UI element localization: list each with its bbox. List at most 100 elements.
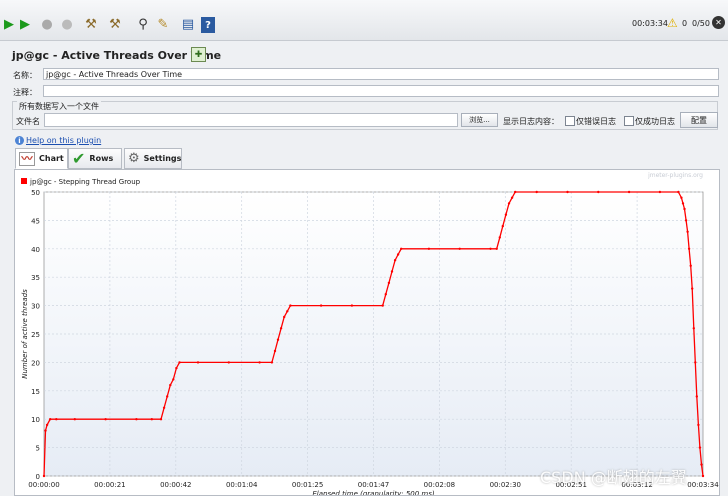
y-tick-label: 25 xyxy=(31,331,40,339)
active-threads-chart: 0 5 10 15 20 25 30 35 40 45 50 00:00:00 00:00:21 00:0… xyxy=(21,172,719,495)
data-point xyxy=(169,383,172,387)
x-tick-label: 00:02:08 xyxy=(424,481,455,489)
x-tick-label: 00:03:34 xyxy=(687,481,719,489)
y-tick-label: 45 xyxy=(31,217,40,225)
errors-only-label: 仅错误日志 xyxy=(576,117,616,126)
data-point xyxy=(73,418,76,421)
data-point xyxy=(692,327,695,330)
expand-icon[interactable]: ✚ xyxy=(191,47,206,62)
data-point xyxy=(691,287,694,290)
search-binoculars-icon[interactable]: ⚲ xyxy=(134,15,152,33)
csdn-watermark: CSDN @断翅的左翼 xyxy=(540,468,687,487)
filename-field[interactable] xyxy=(44,113,458,127)
y-tick-label: 5 xyxy=(36,445,40,453)
tab-settings[interactable]: ⚙ Settings xyxy=(124,148,182,169)
data-point xyxy=(162,406,166,409)
data-point xyxy=(319,304,323,307)
group-title: 所有数据写入一个文件 xyxy=(17,101,101,112)
x-tick-label: 00:00:21 xyxy=(94,481,125,489)
tab-rows[interactable]: ✔ Rows xyxy=(68,148,122,169)
main-toolbar: ▶ ▶ ● ● ⚒ ⚒ ⚲ ✎ ▤? 00:03:34 ⚠ 0 0/50 ✕ xyxy=(0,0,728,41)
data-point xyxy=(695,395,698,398)
configure-button[interactable]: 配置 xyxy=(680,112,718,128)
clear-icon[interactable]: ⚒ xyxy=(82,15,100,33)
warning-icon[interactable]: ⚠ xyxy=(667,16,678,30)
log-content-label: 显示日志内容： xyxy=(503,117,559,126)
data-point xyxy=(701,474,705,478)
data-point xyxy=(501,224,504,228)
function-helper-icon[interactable]: ▤ xyxy=(179,15,197,33)
y-tick-label: 30 xyxy=(31,303,40,311)
data-point xyxy=(55,418,58,421)
help-link[interactable]: Help on this plugin xyxy=(26,136,101,145)
tab-chart-label: Chart xyxy=(39,154,64,163)
thread-count: 0/50 xyxy=(692,19,710,28)
help-icon[interactable]: ? xyxy=(201,17,215,33)
reset-search-icon[interactable]: ✎ xyxy=(154,15,172,33)
name-label: 名称： xyxy=(13,71,37,80)
shutdown-icon[interactable]: ● xyxy=(58,15,76,33)
legend-swatch xyxy=(21,178,27,184)
browse-button[interactable]: 浏览... xyxy=(461,113,498,127)
data-point xyxy=(504,213,508,216)
success-only-checkbox[interactable] xyxy=(624,116,634,126)
data-point xyxy=(276,338,280,341)
data-point xyxy=(396,253,400,256)
data-point xyxy=(381,304,384,307)
start-no-pause-icon[interactable]: ▶ xyxy=(16,15,34,33)
log-toggle-icon[interactable]: ✕ xyxy=(712,16,725,29)
data-point xyxy=(684,219,688,222)
name-field[interactable]: jp@gc - Active Threads Over Time xyxy=(43,68,719,80)
data-point xyxy=(514,190,517,194)
data-point xyxy=(700,463,703,466)
stop-icon[interactable]: ● xyxy=(38,15,56,33)
elapsed-time: 00:03:34 xyxy=(632,19,668,28)
data-point xyxy=(566,190,569,194)
warning-count: 0 xyxy=(682,19,688,28)
chart-icon: 〰 xyxy=(19,151,35,166)
legend-label: jp@gc - Stepping Thread Group xyxy=(29,178,141,186)
data-point xyxy=(495,247,498,250)
x-tick-label: 00:01:47 xyxy=(358,481,389,489)
data-point xyxy=(279,327,283,330)
x-axis-label: Elapsed time (granularity: 500 ms) xyxy=(312,490,435,495)
errors-only-checkbox[interactable] xyxy=(565,116,575,126)
data-point xyxy=(683,207,686,211)
data-point xyxy=(458,247,461,250)
y-axis-label: Number of active threads xyxy=(21,289,29,379)
data-point xyxy=(510,196,514,199)
data-point xyxy=(42,474,46,478)
data-point xyxy=(689,264,692,267)
gear-icon: ⚙ xyxy=(128,151,140,166)
data-point xyxy=(270,361,274,364)
data-point xyxy=(44,429,47,432)
data-point xyxy=(498,236,501,239)
data-point xyxy=(196,361,200,364)
data-point xyxy=(273,349,277,353)
data-point xyxy=(686,230,689,233)
page-title: jp@gc - Active Threads Over Time xyxy=(12,49,222,62)
comment-label: 注释： xyxy=(13,88,37,97)
clear-all-icon[interactable]: ⚒ xyxy=(106,15,124,33)
data-point xyxy=(697,423,700,427)
data-point xyxy=(350,304,354,307)
data-point xyxy=(289,304,292,307)
data-point xyxy=(172,378,175,381)
data-point xyxy=(175,366,178,370)
data-point xyxy=(597,190,600,194)
x-tick-label: 00:00:42 xyxy=(160,481,191,489)
data-point xyxy=(166,395,169,398)
data-point xyxy=(49,418,52,421)
y-tick-label: 50 xyxy=(31,189,40,197)
data-point xyxy=(384,293,387,296)
tab-chart[interactable]: 〰 Chart xyxy=(15,148,68,169)
data-point xyxy=(698,446,702,449)
data-point xyxy=(178,361,181,364)
data-point xyxy=(535,190,538,194)
data-point xyxy=(283,315,286,319)
y-tick-label: 20 xyxy=(31,359,40,367)
data-point xyxy=(489,247,492,250)
data-point xyxy=(393,259,397,262)
comment-field[interactable] xyxy=(43,85,719,97)
data-point xyxy=(135,418,138,421)
